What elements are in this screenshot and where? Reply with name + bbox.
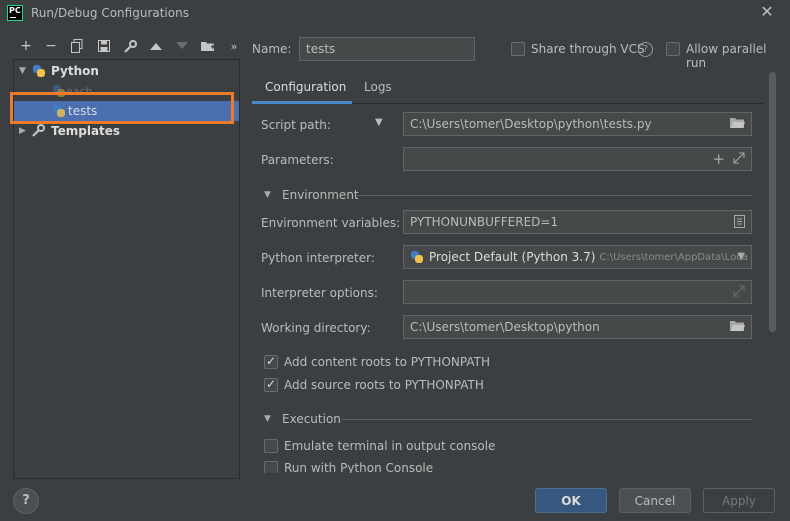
wrench-icon[interactable] [121, 37, 139, 55]
execution-section-title: Execution [282, 412, 341, 426]
chevron-down-icon[interactable]: ▼ [19, 66, 29, 76]
execution-collapse-icon[interactable]: ▼ [264, 414, 271, 424]
script-path-label: Script path: [261, 118, 331, 132]
share-vcs-checkbox[interactable] [511, 42, 525, 56]
env-vars-input[interactable]: PYTHONUNBUFFERED=1 [403, 210, 752, 234]
more-icon[interactable]: » [225, 37, 243, 55]
python-console-checkbox[interactable] [264, 461, 278, 473]
emulate-terminal-checkbox[interactable] [264, 439, 278, 453]
folder-icon[interactable] [730, 117, 745, 132]
app-icon: PC [7, 5, 23, 21]
source-roots-checkbox[interactable] [264, 377, 278, 392]
content-roots-label: Add content roots to PYTHONPATH [284, 355, 490, 369]
save-icon[interactable] [95, 37, 113, 55]
tab-underline [252, 101, 352, 104]
help-icon[interactable]: ? [638, 42, 653, 57]
env-vars-label: Environment variables: [261, 216, 401, 230]
apply-button[interactable]: Apply [703, 488, 775, 513]
ok-button[interactable]: OK [535, 488, 607, 513]
python-icon [410, 250, 424, 264]
working-dir-label: Working directory: [261, 321, 371, 335]
emulate-terminal-label: Emulate terminal in output console [284, 439, 496, 453]
wrench-icon [32, 124, 46, 138]
script-path-input[interactable]: C:\Users\tomer\Desktop\python\tests.py [403, 112, 752, 136]
parallel-run-label: Allow parallel run [686, 42, 767, 70]
expand-icon[interactable] [733, 285, 745, 300]
name-label: Name: [252, 42, 292, 56]
remove-icon[interactable]: − [42, 37, 60, 55]
chevron-down-icon[interactable]: ▼ [737, 251, 745, 262]
chevron-right-icon[interactable]: ▶ [19, 126, 29, 136]
copy-icon[interactable] [68, 37, 86, 55]
environment-collapse-icon[interactable]: ▼ [264, 190, 271, 200]
clipped-row: Run with Python Console [250, 460, 765, 473]
add-icon[interactable]: + [712, 150, 725, 168]
folder-add-icon[interactable] [199, 37, 217, 55]
interpreter-select[interactable]: Project Default (Python 3.7) C:\Users\to… [403, 245, 752, 269]
folder-icon[interactable] [730, 320, 745, 335]
section-divider [342, 419, 752, 420]
tab-configuration[interactable]: Configuration [252, 73, 352, 104]
content-roots-checkbox[interactable] [264, 354, 278, 369]
script-path-dropdown-icon[interactable]: ▼ [375, 117, 383, 128]
python-console-label: Run with Python Console [284, 461, 434, 473]
interp-options-input[interactable] [403, 280, 752, 304]
parameters-input[interactable]: + [403, 147, 752, 171]
environment-section-title: Environment [282, 188, 359, 202]
working-dir-input[interactable]: C:\Users\tomer\Desktop\python [403, 315, 752, 339]
expand-icon[interactable] [733, 152, 745, 167]
move-up-icon[interactable] [147, 37, 165, 55]
source-roots-label: Add source roots to PYTHONPATH [284, 378, 484, 392]
close-icon[interactable]: ✕ [757, 2, 777, 22]
selection-highlight-box [10, 92, 234, 124]
share-vcs-label: Share through VCS [531, 42, 645, 56]
add-icon[interactable]: + [17, 37, 35, 55]
tree-item-python[interactable]: ▼ Python [14, 61, 239, 81]
window-title: Run/Debug Configurations [31, 6, 189, 20]
python-icon [32, 64, 46, 78]
interpreter-label: Python interpreter: [261, 251, 375, 265]
tree-item-templates[interactable]: ▶ Templates [14, 121, 239, 141]
name-input[interactable]: tests [299, 37, 475, 61]
interp-options-label: Interpreter options: [261, 286, 378, 300]
move-down-icon[interactable] [173, 37, 191, 55]
cancel-button[interactable]: Cancel [619, 488, 691, 513]
parallel-run-checkbox[interactable] [666, 42, 680, 56]
vertical-scrollbar[interactable] [769, 72, 776, 332]
parameters-label: Parameters: [261, 153, 334, 167]
section-divider [357, 195, 752, 196]
help-button[interactable]: ? [13, 488, 39, 514]
tab-logs[interactable]: Logs [352, 73, 402, 104]
document-icon[interactable] [734, 215, 745, 231]
